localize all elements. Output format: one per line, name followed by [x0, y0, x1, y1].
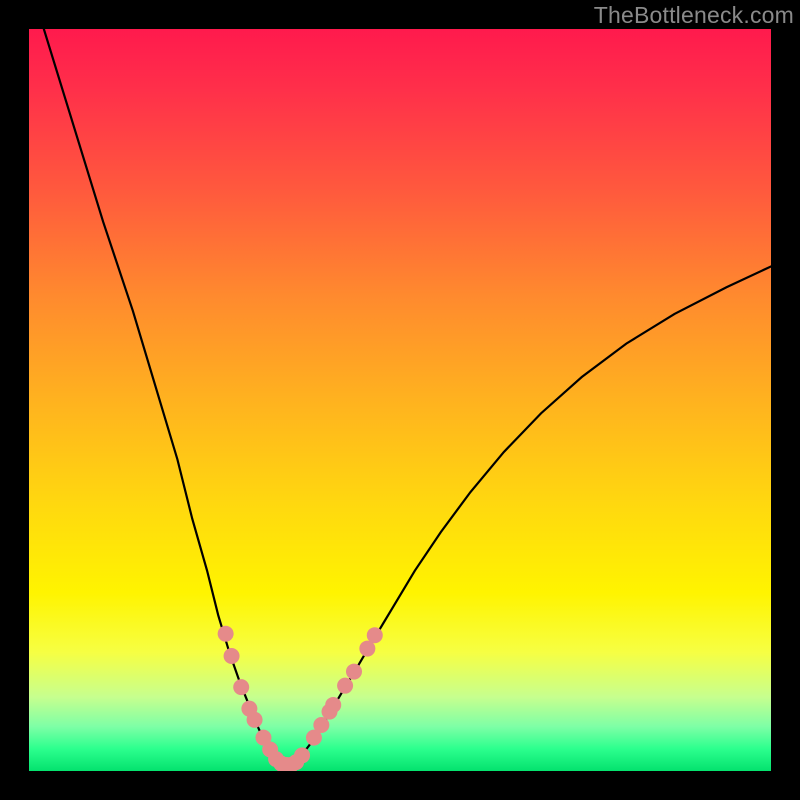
data-dot — [247, 712, 263, 728]
data-dot — [224, 648, 240, 664]
curve-layer — [29, 29, 771, 771]
data-dots — [218, 626, 383, 771]
data-dot — [218, 626, 234, 642]
data-dot — [233, 679, 249, 695]
data-dot — [337, 678, 353, 694]
right-curve — [292, 266, 771, 765]
plot-area — [29, 29, 771, 771]
watermark-text: TheBottleneck.com — [594, 2, 794, 29]
chart-frame: TheBottleneck.com — [0, 0, 800, 800]
left-curve — [44, 29, 287, 765]
data-dot — [294, 747, 310, 763]
data-dot — [313, 717, 329, 733]
data-dot — [346, 664, 362, 680]
data-dot — [325, 697, 341, 713]
data-dot — [367, 627, 383, 643]
